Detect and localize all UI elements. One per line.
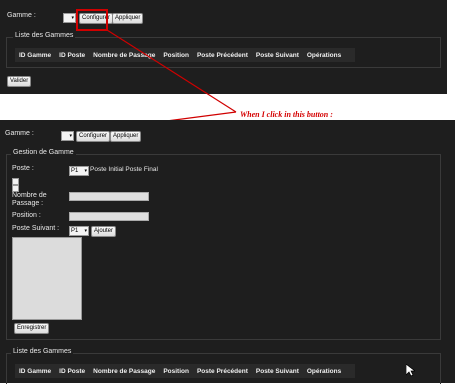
position-label: Position : [12,212,41,219]
poste-initial-checkbox[interactable] [12,178,19,185]
nombre-passage-label-2: Passage : [12,200,44,207]
liste-gammes-fieldset: Liste des Gammes ID Gamme ID Poste Nombr… [6,348,441,384]
position-input[interactable] [69,212,149,221]
chevron-down-icon: ▾ [84,228,87,234]
nombre-passage-label-1: Nombre de [12,192,47,199]
column-header: Position [163,367,189,375]
column-header: ID Poste [59,367,86,375]
liste-gammes-legend: Liste des Gammes [11,348,74,355]
gamme-select[interactable]: ▾ [61,131,74,141]
chevron-down-icon: ▾ [69,133,72,139]
column-header: Poste Suivant [255,367,299,375]
column-header: Poste Précédent [196,367,248,375]
poste-suivant-select[interactable]: P1 ▾ [69,226,89,236]
column-header: Opérations [306,367,342,375]
enregistrer-button[interactable]: Enregistrer [14,323,50,334]
liste-gammes-table-header: ID Gamme ID Poste Nombre de Passage Posi… [15,364,355,378]
nombre-passage-input[interactable] [69,192,149,201]
poste-final-checkbox[interactable] [12,185,19,192]
poste-select[interactable]: P1 ▾ [69,166,89,176]
chevron-down-icon: ▾ [84,168,87,174]
postes-textarea[interactable] [12,237,82,320]
poste-suivant-label: Poste Suivant : [12,225,60,232]
gestion-gamme-legend: Gestion de Gamme [11,149,76,156]
appliquer-button[interactable]: Appliquer [110,131,142,142]
gestion-gamme-fieldset: Gestion de Gamme Poste : P1 ▾ Poste Init… [6,149,441,340]
configurer-button[interactable]: Configurer [76,131,111,142]
ajouter-button[interactable]: Ajouter [91,226,117,237]
mouse-pointer-icon [406,364,415,377]
bottom-screenshot-panel: Gamme : ▾ Configurer Appliquer Gestion d… [0,120,455,384]
annotation-text: When I click in this button : [240,110,333,119]
poste-label: Poste : [12,165,34,172]
column-header: ID Gamme [19,367,52,375]
poste-initial-final-text: Poste Initial Poste Final [90,166,158,173]
column-header: Nombre de Passage [93,367,156,375]
gamme-label: Gamme : [5,130,34,137]
